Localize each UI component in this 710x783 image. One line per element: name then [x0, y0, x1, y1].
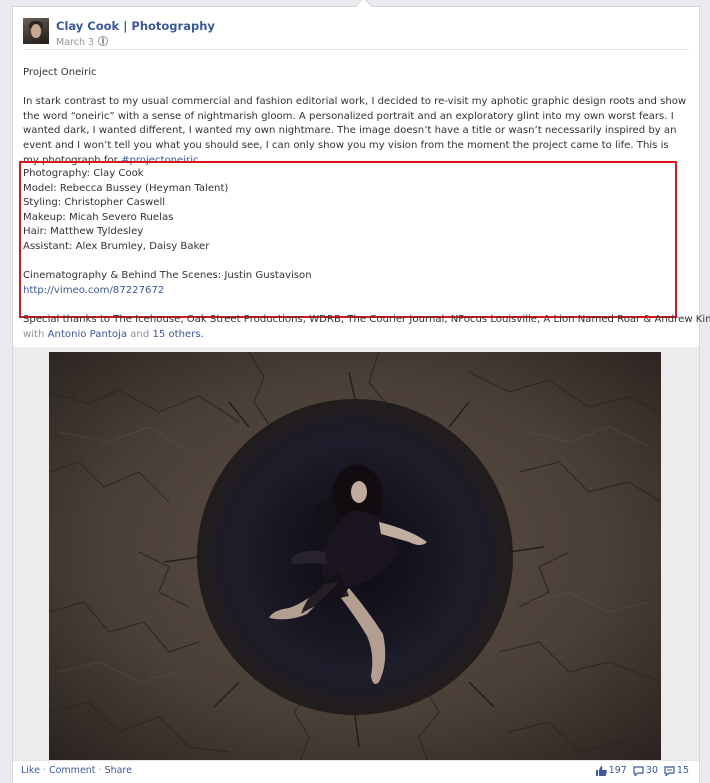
vimeo-link[interactable]: http://vimeo.com/87227672 [23, 285, 164, 296]
globe-icon [98, 36, 109, 46]
engagement-counts: 197 30 15 [595, 765, 689, 776]
shares-count-button[interactable]: 15 [664, 765, 689, 776]
avatar[interactable] [23, 18, 49, 44]
post-date[interactable]: March 3 [56, 37, 94, 48]
tagged-line: with Antonio Pantoja and 15 others. [23, 328, 693, 343]
comments-count-button[interactable]: 30 [633, 765, 658, 776]
post-footer: Like · Comment · Share 197 30 15 [13, 760, 699, 783]
action-separator: · [42, 765, 46, 776]
comment-link[interactable]: Comment [49, 765, 96, 776]
author-category[interactable]: Photography [131, 19, 215, 33]
post-description: In stark contrast to my usual commercial… [23, 95, 687, 168]
share-link[interactable]: Share [105, 765, 132, 776]
others-link[interactable]: 15 others. [152, 329, 203, 340]
post-date-line: March 3 [56, 36, 109, 48]
credit-line: Model: Rebecca Bussey (Heyman Talent) [23, 182, 229, 194]
likes-count-button[interactable]: 197 [595, 765, 627, 776]
tagged-person-link[interactable]: Antonio Pantoja [48, 329, 127, 340]
cinematography-credit: Cinematography & Behind The Scenes: Just… [23, 270, 312, 282]
and-label: and [130, 328, 150, 340]
post-photo[interactable] [49, 352, 661, 764]
credit-line: Styling: Christopher Caswell [23, 197, 166, 209]
action-separator: · [98, 765, 102, 776]
card-caret [354, 0, 373, 16]
author-name[interactable]: Clay Cook [56, 19, 119, 33]
credit-line: Assistant: Alex Brumley, Daisy Baker [23, 240, 210, 252]
post-title: Project Oneiric [23, 67, 97, 78]
share-icon [664, 765, 675, 776]
author-line: Clay Cook | Photography [56, 19, 215, 33]
comment-icon [633, 765, 644, 776]
credit-line: Makeup: Micah Severo Ruelas [23, 211, 174, 223]
likes-count: 197 [608, 765, 627, 776]
header-divider [23, 49, 689, 50]
comments-count: 30 [645, 765, 658, 776]
like-link[interactable]: Like [21, 765, 40, 776]
post-card: Clay Cook | Photography March 3 Project On… [12, 0, 710, 783]
credit-line: Photography: Clay Cook [23, 168, 144, 179]
post-body: Project Oneiric In stark contrast to my … [23, 66, 687, 168]
credit-line: Hair: Matthew Tyldesley [23, 226, 144, 238]
shares-count: 15 [676, 765, 689, 776]
post-actions: Like · Comment · Share [21, 765, 132, 776]
with-label: with [23, 328, 45, 340]
special-thanks: Special thanks to The Icehouse, Oak Stre… [23, 313, 710, 325]
thumbs-up-icon [595, 765, 607, 776]
photo-illustration [49, 352, 661, 764]
name-separator: | [123, 19, 128, 33]
credits-block: Photography: Clay Cook Model: Rebecca Bu… [23, 167, 710, 343]
